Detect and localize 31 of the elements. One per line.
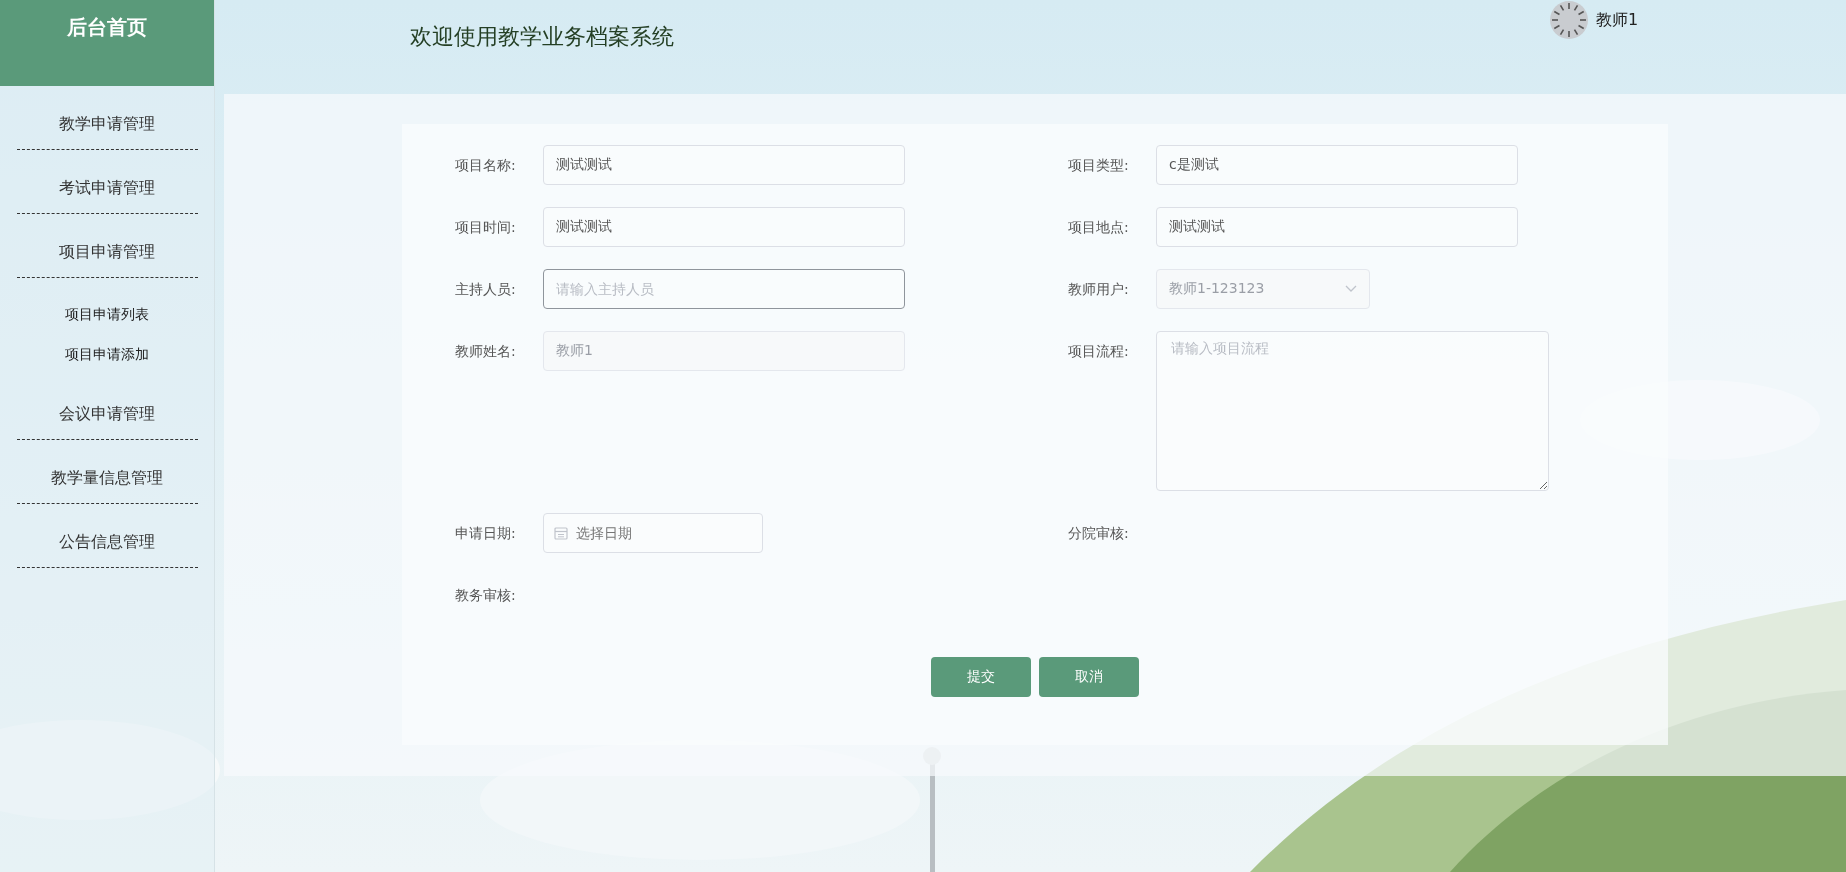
field-label: 教务审核: bbox=[455, 586, 517, 605]
input-field[interactable]: 请输入主持人员 bbox=[543, 269, 905, 309]
input-field[interactable]: c是测试 bbox=[1156, 145, 1518, 185]
user-name[interactable]: 教师1 bbox=[1596, 9, 1639, 31]
sidebar-subitem[interactable]: 项目申请列表 bbox=[0, 306, 214, 324]
field-label: 分院审核: bbox=[1068, 524, 1130, 543]
field-label: 教师用户: bbox=[1068, 280, 1130, 299]
field-label: 项目类型: bbox=[1068, 156, 1130, 175]
sidebar-subitem[interactable]: 项目申请添加 bbox=[0, 346, 214, 364]
sidebar-item[interactable]: 会议申请管理 bbox=[59, 404, 155, 425]
field-label: 项目地点: bbox=[1068, 218, 1130, 237]
calendar-icon bbox=[554, 526, 568, 540]
field-label: 项目名称: bbox=[455, 156, 517, 175]
input-field[interactable]: 测试测试 bbox=[543, 145, 905, 185]
sidebar-item[interactable]: 项目申请管理 bbox=[59, 242, 155, 263]
sidebar-item[interactable]: 公告信息管理 bbox=[59, 532, 155, 553]
site-title: 欢迎使用教学业务档案系统 bbox=[410, 23, 674, 50]
date-field[interactable]: 选择日期 bbox=[543, 513, 763, 553]
field-label: 主持人员: bbox=[455, 280, 517, 299]
field-label: 项目时间: bbox=[455, 218, 517, 237]
avatar-icon[interactable] bbox=[1550, 1, 1588, 39]
input-field[interactable]: 测试测试 bbox=[1156, 207, 1518, 247]
chevron-down-icon bbox=[1345, 285, 1357, 293]
field-label: 教师姓名: bbox=[455, 342, 517, 361]
text-area[interactable]: 请输入项目流程 bbox=[1156, 331, 1549, 491]
input-field[interactable]: 测试测试 bbox=[543, 207, 905, 247]
sidebar-item[interactable]: 教学量信息管理 bbox=[51, 468, 163, 489]
field-label: 项目流程: bbox=[1068, 342, 1130, 361]
sidebar-item[interactable]: 教学申请管理 bbox=[59, 114, 155, 135]
field-label: 申请日期: bbox=[455, 524, 517, 543]
sidebar-item[interactable]: 考试申请管理 bbox=[59, 178, 155, 199]
